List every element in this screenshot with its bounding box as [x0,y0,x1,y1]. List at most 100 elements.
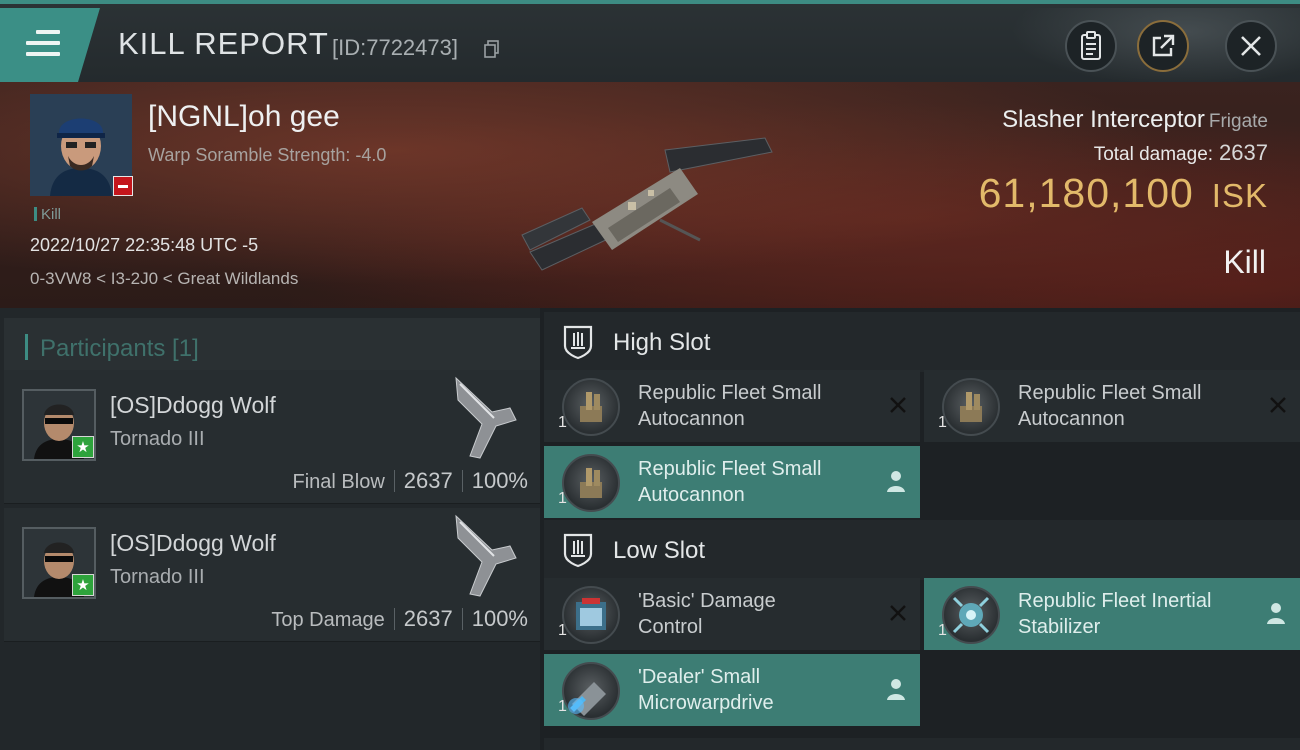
participant-role: Final Blow [292,471,385,493]
participant-card[interactable]: ★ [OS]Ddogg Wolf Tornado III Final Blow 2… [4,370,540,504]
star-badge-icon: ★ [72,574,94,596]
fittings-panel: High Slot 1 Republic Fleet Small Autocann… [540,308,1300,750]
kill-location[interactable]: 0-3VW8 < I3-2J0 < Great Wildlands [30,269,298,289]
total-damage: Total damage: 2637 [1094,140,1268,166]
module-item[interactable]: 1 Republic Fleet Small Autocannon [924,370,1300,442]
victim-name[interactable]: [NGNL]oh gee [148,100,340,134]
result-label: Kill [1223,244,1266,280]
participant-stats: Final Blow 2637 100% [293,468,529,494]
module-name-line1: Republic Fleet Small [638,382,822,404]
module-name-line1: Republic Fleet Small [1018,382,1202,404]
destroyed-icon [890,397,906,413]
report-id: [ID:7722473] [332,35,458,60]
participant-ship: Tornado III [110,428,205,450]
module-name-line2: Microwarpdrive [638,692,774,714]
participants-title: Participants [1] [40,335,199,362]
low-slot-header: Low Slot [544,520,1300,580]
module-quantity: 1 [938,622,947,639]
dropped-person-icon [887,471,905,492]
share-icon [1152,34,1175,57]
module-item[interactable]: 1 'Dealer' Small Microwarpdrive [544,654,920,726]
participant-stats: Top Damage 2637 100% [271,606,528,632]
total-damage-label: Total damage: [1093,144,1214,165]
module-quantity: 1 [558,414,567,431]
warp-scramble-strength: Warp Soramble Strength: -4.0 [148,145,387,165]
inertial-stabilizer-icon [942,586,1000,644]
victim-ship-name[interactable]: Slasher Interceptor Frigate [1002,106,1268,134]
participants-accent-bar [25,334,28,360]
module-name-line2: Control [638,616,703,638]
kill-tag: Kill [34,206,61,223]
isk-unit: ISK [1211,177,1268,214]
menu-button[interactable] [0,8,100,82]
low-slot-icon [563,533,593,568]
participant-damage: 2637 [403,468,453,493]
clipboard-icon [1081,31,1101,60]
module-name-line1: Republic Fleet Small [638,458,822,480]
page-title: KILL REPORT [118,26,329,61]
participant-damage: 2637 [403,606,453,631]
dropped-person-icon [887,679,905,700]
module-quantity: 1 [938,414,947,431]
high-slot-title: High Slot [613,329,711,356]
destroyed-icon [1270,397,1286,413]
participant-name[interactable]: [OS]Ddogg Wolf [110,530,276,557]
participant-ship: Tornado III [110,566,205,588]
module-quantity: 1 [558,490,567,507]
hostile-badge [113,176,133,196]
microwarpdrive-icon [562,662,620,720]
module-name: Republic Fleet Inertial Stabilizer [1018,588,1248,640]
module-name-line1: 'Dealer' Small [638,666,761,688]
module-quantity: 1 [558,622,567,639]
module-item[interactable]: 1 Republic Fleet Small Autocannon [544,446,920,518]
destroyed-icon [890,605,906,621]
stats-divider [461,608,463,630]
dropped-person-icon [1267,603,1285,624]
high-slot-icon [563,325,593,360]
participant-card[interactable]: ★ [OS]Ddogg Wolf Tornado III Top Damage 2… [4,508,540,642]
module-name-line2: Stabilizer [1018,616,1101,638]
participant-role: Top Damage [271,609,385,631]
clipboard-button[interactable] [1065,20,1117,72]
victim-ship-image[interactable] [520,110,780,275]
share-button[interactable] [1137,20,1189,72]
module-name: Republic Fleet Small Autocannon [638,380,868,432]
module-name-line2: Autocannon [638,484,745,506]
participant-ship-icon [455,376,517,459]
damage-control-icon [562,586,620,644]
close-icon [1241,36,1261,56]
participants-panel: Participants [1] ★ [OS]Ddogg Wolf Tornad… [0,308,540,750]
stats-divider [393,470,395,492]
module-item[interactable]: 1 Republic Fleet Inertial Stabilizer [924,578,1300,650]
autocannon-icon [562,378,620,436]
participant-percent: 100% [471,606,528,631]
participant-percent: 100% [471,468,528,493]
close-button[interactable] [1225,20,1277,72]
module-quantity: 1 [558,698,567,715]
module-name-line2: Autocannon [638,408,745,430]
kill-datetime: 2022/10/27 22:35:48 UTC -5 [30,235,259,255]
stats-divider [461,470,463,492]
victim-banner: [NGNL]oh gee Warp Soramble Strength: -4.… [0,82,1300,308]
top-bar: KILL REPORT [ID:7722473] [0,0,1300,86]
isk-amount: 61,180,100 [978,170,1194,216]
autocannon-icon [562,454,620,512]
module-name: Republic Fleet Small Autocannon [638,456,868,508]
module-name-line2: Autocannon [1018,408,1125,430]
module-name: 'Basic' Damage Control [638,588,868,640]
next-slot-header [544,738,1300,750]
stats-divider [393,608,395,630]
low-slot-title: Low Slot [613,537,706,564]
participant-ship-icon [455,514,517,597]
module-name: 'Dealer' Small Microwarpdrive [638,664,868,716]
ship-class: Frigate [1208,111,1268,132]
autocannon-icon [942,378,1000,436]
star-badge-icon: ★ [72,436,94,458]
module-name: Republic Fleet Small Autocannon [1018,380,1248,432]
ship-name-text: Slasher Interceptor [1002,106,1205,133]
copy-icon[interactable] [484,40,500,58]
participant-name[interactable]: [OS]Ddogg Wolf [110,392,276,419]
module-name-line1: 'Basic' Damage [638,590,776,612]
module-item[interactable]: 1 Republic Fleet Small Autocannon [544,370,920,442]
module-item[interactable]: 1 'Basic' Damage Control [544,578,920,650]
